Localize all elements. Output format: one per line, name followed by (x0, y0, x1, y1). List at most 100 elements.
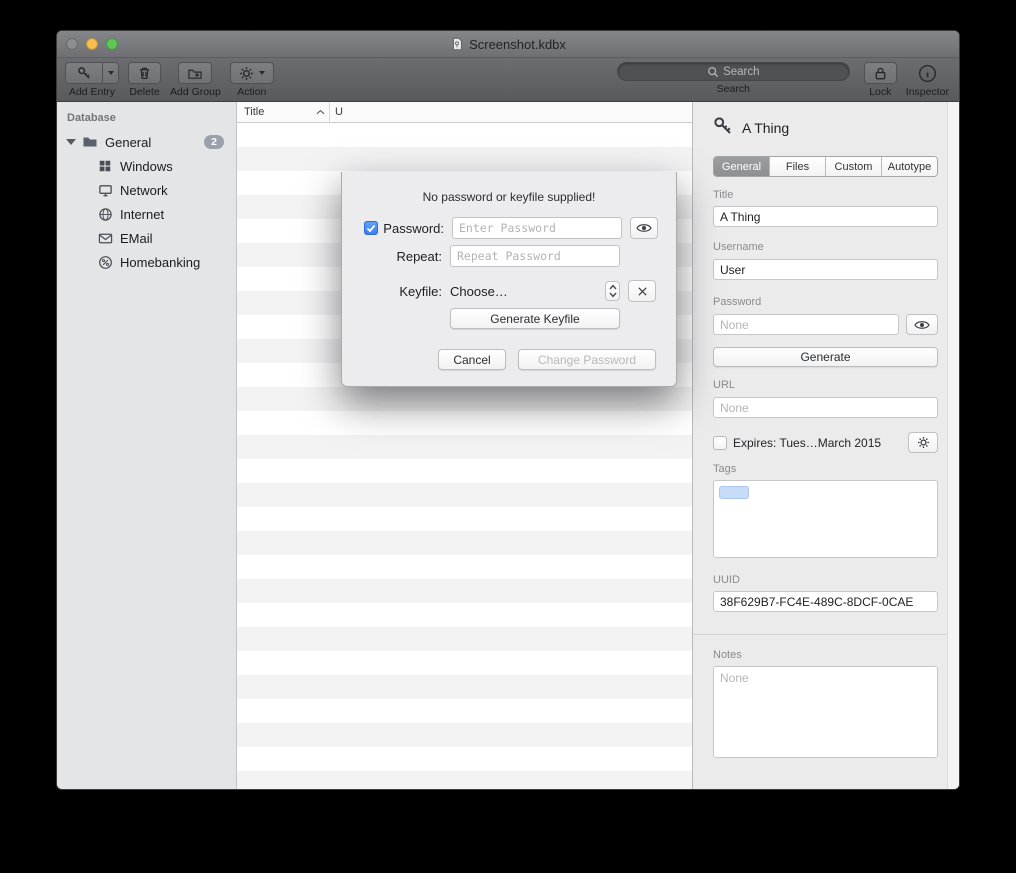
toolbar-item-lock: Lock (864, 58, 897, 101)
lock-icon (873, 66, 888, 81)
toolbar-item-add-entry: Add Entry (65, 58, 119, 101)
password-field-label: Password (713, 296, 938, 308)
toolbar-item-action: Action (230, 58, 274, 101)
lock-label: Lock (869, 86, 891, 98)
change-password-button: Change Password (518, 349, 656, 370)
expires-settings-button[interactable] (908, 432, 938, 453)
entry-title: A Thing (742, 120, 789, 136)
minimize-button[interactable] (86, 38, 98, 50)
sidebar-item-windows[interactable]: Windows (57, 154, 236, 178)
percent-coin-icon (97, 254, 113, 270)
tags-field[interactable] (713, 480, 938, 558)
password-reveal-button[interactable] (630, 217, 658, 239)
keyfile-clear-button[interactable] (628, 280, 656, 302)
keyfile-selected-value: Choose… (450, 284, 605, 299)
sidebar-item-general[interactable]: General 2 (57, 130, 236, 154)
add-entry-dropdown[interactable] (102, 63, 118, 83)
expires-checkbox[interactable] (713, 436, 727, 450)
tag-chip[interactable] (719, 486, 749, 499)
repeat-password-field[interactable] (450, 245, 620, 267)
notes-field[interactable] (713, 666, 938, 758)
tab-files[interactable]: Files (769, 157, 825, 176)
add-group-label: Add Group (170, 86, 221, 98)
toolbar-item-delete: Delete (128, 58, 161, 101)
url-field[interactable] (713, 397, 938, 418)
column-header-title[interactable]: Title (237, 102, 330, 122)
search-placeholder: Search (723, 66, 759, 78)
sheet-message: No password or keyfile supplied! (342, 190, 676, 204)
action-label: Action (237, 86, 266, 98)
title-bar: Screenshot.kdbx (57, 31, 959, 58)
eye-icon (636, 223, 652, 233)
sidebar-item-label: EMail (120, 231, 153, 246)
envelope-icon (97, 230, 113, 246)
password-field[interactable] (713, 314, 899, 335)
sidebar-item-email[interactable]: EMail (57, 226, 236, 250)
macpass-window: Screenshot.kdbx Add Entry (56, 30, 960, 790)
inspector-panel: A Thing General Files Custom Autotype Ti… (693, 102, 959, 790)
add-group-button[interactable] (178, 62, 212, 84)
inspector-label: Inspector (906, 86, 949, 98)
uuid-field-label: UUID (713, 574, 938, 586)
disclosure-triangle-icon[interactable] (66, 139, 76, 145)
change-password-sheet: No password or keyfile supplied! Passwor… (341, 172, 677, 387)
sidebar-item-network[interactable]: Network (57, 178, 236, 202)
tab-autotype[interactable]: Autotype (881, 157, 937, 176)
sidebar-section-database: Database (57, 110, 236, 126)
username-field[interactable] (713, 259, 938, 280)
entry-count-badge: 2 (204, 135, 224, 149)
delete-label: Delete (129, 86, 159, 98)
window-title: Screenshot.kdbx (469, 37, 566, 52)
search-input[interactable]: Search (617, 62, 850, 81)
sidebar-item-label: Network (120, 183, 168, 198)
sidebar-item-homebanking[interactable]: Homebanking (57, 250, 236, 274)
notes-field-label: Notes (713, 649, 938, 661)
column-header-username[interactable]: U (330, 102, 692, 122)
generate-password-button[interactable]: Generate (713, 347, 938, 367)
url-field-label: URL (713, 379, 938, 391)
close-button[interactable] (66, 38, 78, 50)
info-icon (918, 64, 937, 83)
tags-field-label: Tags (713, 463, 938, 475)
folder-plus-icon (187, 66, 203, 81)
keyfile-label: Keyfile: (364, 284, 442, 299)
sidebar-item-label: General (105, 135, 151, 150)
globe-icon (97, 206, 113, 222)
sidebar-item-label: Internet (120, 207, 164, 222)
close-x-icon (637, 286, 648, 297)
title-field[interactable] (713, 206, 938, 227)
section-divider (693, 634, 959, 635)
add-entry-button[interactable] (65, 62, 119, 84)
search-icon (707, 66, 719, 78)
folder-icon (82, 134, 98, 150)
chevron-down-icon (259, 71, 265, 75)
sort-ascending-icon (316, 106, 325, 118)
password-reveal-button[interactable] (906, 314, 938, 335)
keyfile-popup[interactable]: Choose… (450, 280, 620, 302)
search-label: Search (717, 83, 750, 95)
action-button[interactable] (230, 62, 274, 84)
gear-icon (239, 66, 254, 81)
password-checkbox[interactable] (364, 221, 378, 235)
toolbar-item-add-group: Add Group (170, 58, 221, 101)
eye-icon (914, 320, 930, 330)
tab-general[interactable]: General (714, 157, 769, 176)
sidebar-item-internet[interactable]: Internet (57, 202, 236, 226)
password-label: Password: (382, 221, 444, 236)
zoom-button[interactable] (106, 38, 118, 50)
inspector-button[interactable] (918, 62, 937, 84)
uuid-field[interactable] (713, 591, 938, 612)
inspector-scrollbar[interactable] (947, 102, 959, 790)
toolbar: Add Entry Delete Add Group (57, 58, 959, 102)
delete-button[interactable] (128, 62, 161, 84)
tab-custom[interactable]: Custom (825, 157, 881, 176)
sidebar-item-label: Homebanking (120, 255, 200, 270)
enter-password-field[interactable] (452, 217, 622, 239)
lock-button[interactable] (864, 62, 897, 84)
inspector-tabs: General Files Custom Autotype (713, 156, 938, 177)
window-controls (66, 38, 118, 50)
popup-stepper-icon (605, 281, 620, 301)
generate-keyfile-button[interactable]: Generate Keyfile (450, 308, 620, 329)
toolbar-item-search: Search Search (617, 58, 850, 101)
cancel-button[interactable]: Cancel (438, 349, 506, 370)
